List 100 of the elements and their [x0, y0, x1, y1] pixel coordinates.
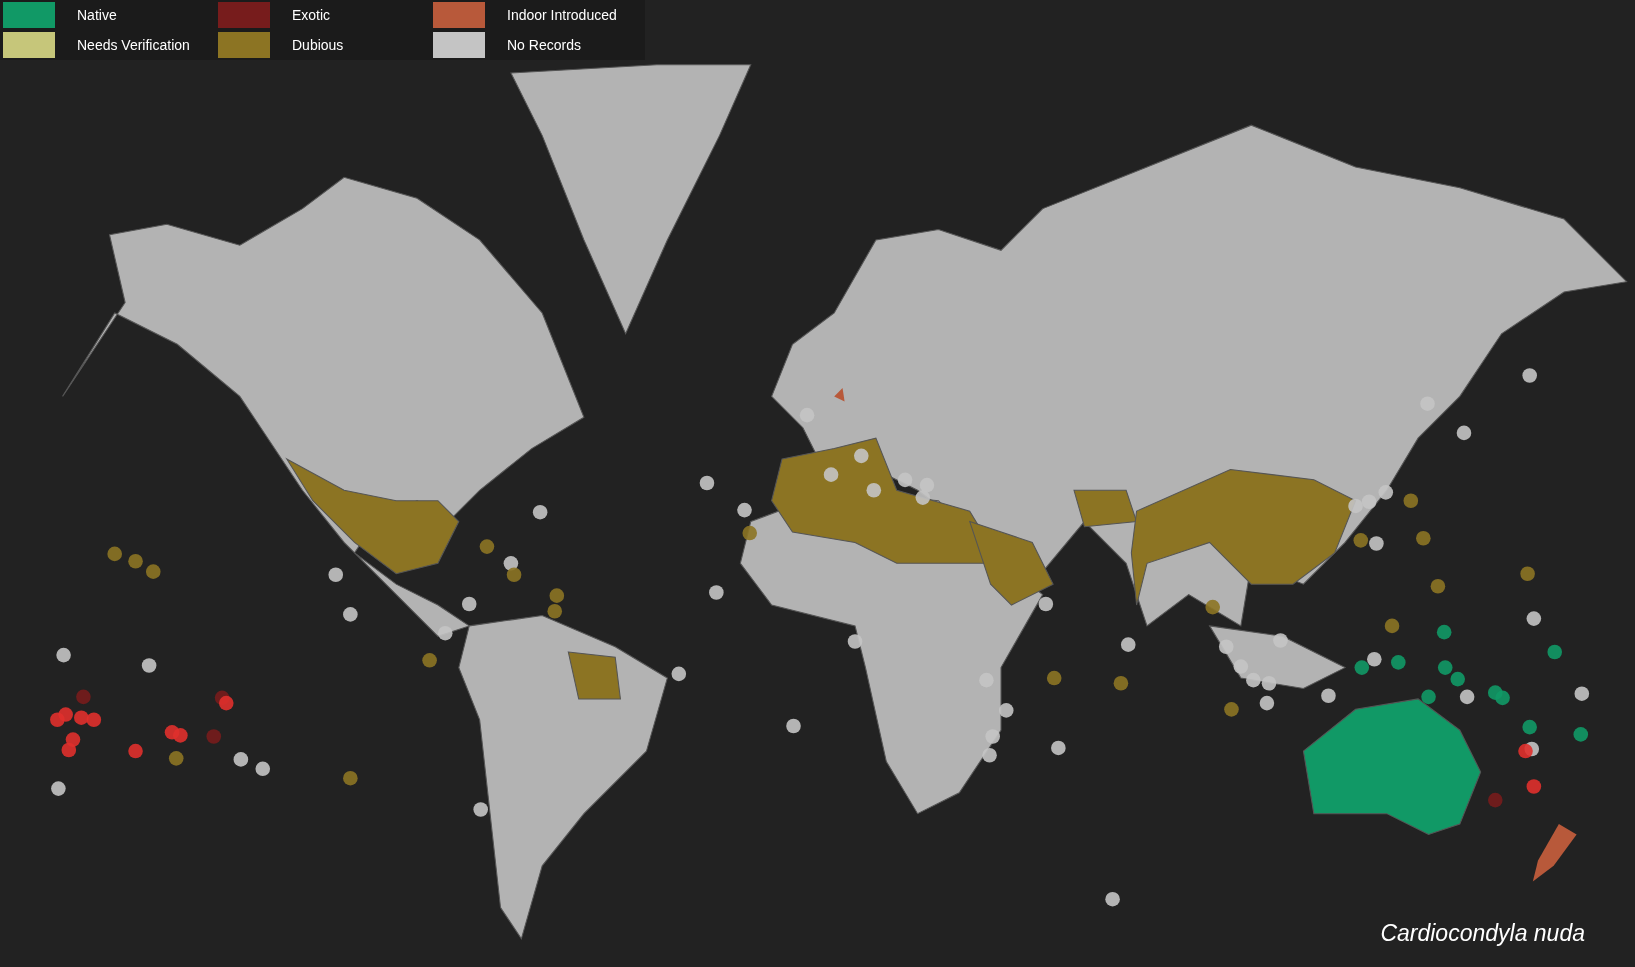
record-dot [699, 475, 715, 491]
record-dot [422, 653, 437, 668]
record-dot [343, 770, 358, 786]
legend-label: Native [77, 7, 117, 23]
record-dot [328, 567, 344, 583]
record-dot [1522, 719, 1537, 735]
record-dot [146, 564, 161, 579]
legend-label: Needs Verification [77, 37, 190, 53]
record-dot [173, 728, 188, 743]
record-dot [141, 658, 157, 673]
record-dot [206, 729, 222, 744]
record-dot [1456, 425, 1472, 441]
record-dot [128, 553, 143, 569]
record-dot [1378, 485, 1394, 500]
legend-label: No Records [507, 37, 581, 53]
record-dot [1353, 533, 1369, 548]
record-dot [854, 448, 869, 464]
record-dot [255, 761, 271, 777]
record-dot [1354, 660, 1370, 675]
record-dot [1105, 891, 1120, 907]
record-dot [1421, 689, 1436, 705]
species-name: Cardiocondyla nuda [1380, 920, 1585, 947]
record-dot [437, 625, 453, 641]
record-dot [1547, 644, 1562, 660]
record-dot [1205, 599, 1220, 615]
record-dot [982, 747, 997, 763]
record-dot [1038, 596, 1054, 612]
legend-label: Indoor Introduced [507, 7, 617, 23]
record-dot [1233, 659, 1249, 674]
record-dot [1348, 498, 1363, 514]
record-dot [1573, 727, 1589, 742]
record-dot [61, 742, 77, 758]
record-dot [799, 407, 815, 423]
record-dot [1436, 624, 1452, 640]
record-dot [1384, 618, 1400, 634]
record-dot [58, 707, 73, 722]
record-dot [549, 588, 565, 603]
record-dot [503, 556, 519, 571]
record-dot [1488, 792, 1503, 808]
record-dot [76, 689, 91, 705]
record-dot [1522, 368, 1537, 383]
record-dot [897, 472, 913, 488]
record-dot [233, 752, 249, 767]
record-dot [1495, 690, 1510, 706]
record-dot [1051, 740, 1066, 756]
record-dot [1430, 578, 1446, 594]
region-shape [1532, 824, 1577, 882]
record-dot [1046, 670, 1062, 686]
record-dot [1437, 660, 1453, 675]
record-dot [1459, 689, 1475, 705]
record-dot [671, 666, 687, 682]
record-dot [473, 802, 488, 817]
record-dot [1450, 671, 1466, 687]
record-dot [168, 751, 184, 766]
record-dot [1391, 655, 1406, 670]
record-dot [1261, 675, 1277, 691]
record-dot [1403, 493, 1419, 508]
record-dot [786, 718, 801, 734]
record-dot [985, 729, 1000, 744]
record-dot [737, 502, 752, 518]
record-dot [1361, 494, 1377, 510]
record-dot [1526, 779, 1542, 794]
record-dot [532, 504, 548, 520]
record-dot [56, 647, 71, 663]
record-dot [1259, 695, 1275, 711]
record-dot [547, 604, 563, 619]
legend-label: Exotic [292, 7, 331, 23]
record-dot [847, 634, 863, 649]
record-dot [343, 607, 358, 622]
record-dot [919, 477, 935, 493]
record-dot [1574, 686, 1590, 701]
record-dot [1224, 702, 1239, 717]
record-dot [51, 781, 66, 796]
record-dot [1526, 611, 1542, 626]
record-dot [915, 490, 931, 505]
record-dot [1120, 637, 1136, 652]
record-dot [86, 712, 102, 728]
record-dot [506, 567, 522, 583]
region-shape [567, 651, 621, 700]
record-dot [742, 525, 757, 541]
record-dot [107, 546, 122, 562]
record-dot [218, 695, 234, 711]
record-dot [479, 539, 495, 554]
record-dot [461, 596, 477, 612]
record-dot [1113, 675, 1129, 691]
record-dot [1369, 536, 1384, 551]
record-dot [866, 483, 882, 498]
record-dot [1273, 633, 1288, 648]
record-dot [1520, 566, 1535, 582]
record-dot [1218, 639, 1234, 655]
record-dot [128, 743, 143, 759]
record-dot [1367, 651, 1382, 667]
region-shape [834, 388, 845, 402]
record-dot [998, 703, 1014, 718]
record-dot [74, 710, 89, 725]
record-dot [1416, 530, 1431, 546]
record-dot [823, 467, 839, 482]
record-dot [1246, 672, 1261, 688]
record-dot [1321, 688, 1336, 704]
record-dot [709, 585, 724, 600]
